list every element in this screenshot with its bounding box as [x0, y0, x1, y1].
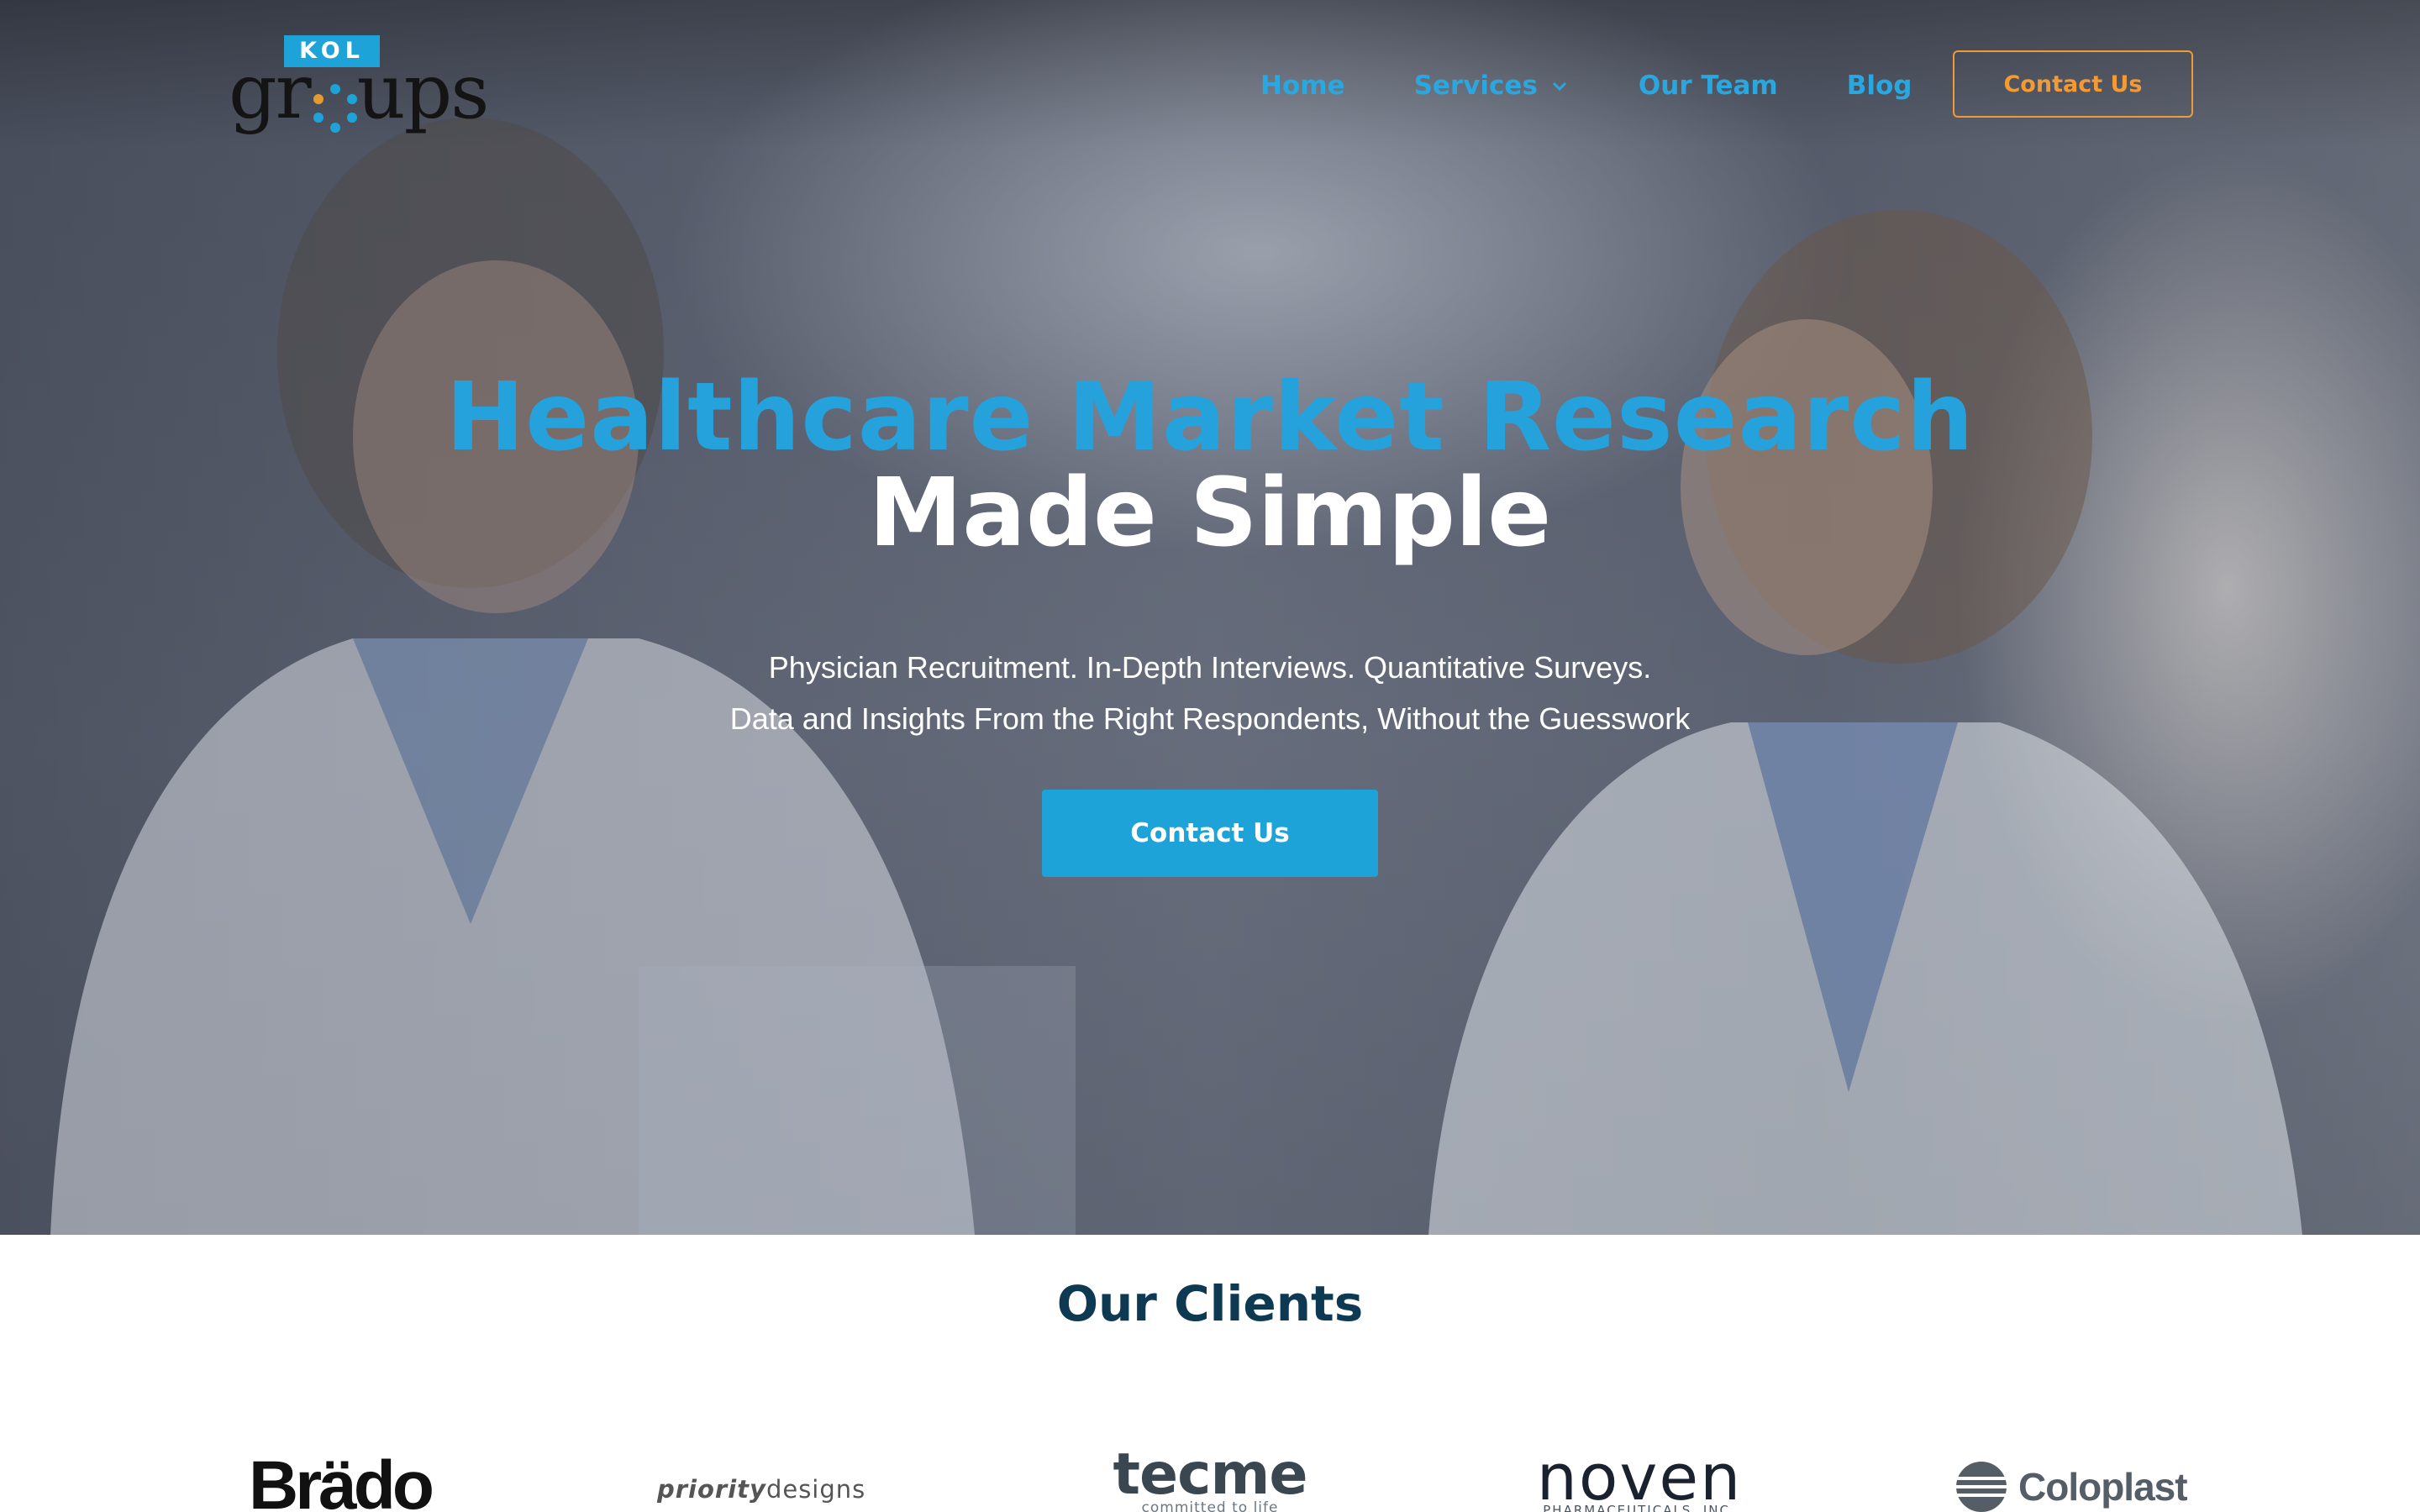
hero-subheading: Physician Recruitment. In-Depth Intervie…	[0, 642, 2420, 744]
main-navigation: Home Services Our Team Blog	[1260, 69, 1981, 102]
client-logo-text-a: priority	[657, 1475, 766, 1504]
hero-section: KOL gr ups Home Services Our Team Blog Co…	[0, 0, 2420, 1235]
nav-label: Our Team	[1638, 71, 1778, 101]
hero-subline-2: Data and Insights From the Right Respond…	[729, 701, 1691, 736]
kol-groups-logo[interactable]: KOL gr ups	[229, 35, 489, 138]
nav-item-blog[interactable]: Blog	[1847, 71, 1912, 101]
client-logo-priority-designs: prioritydesigns	[657, 1428, 892, 1512]
nav-label: Home	[1260, 71, 1345, 101]
nav-label: Services	[1413, 71, 1538, 101]
client-logo-noven: noven PHARMACEUTICALS, INC.	[1534, 1428, 1744, 1512]
headline-line-1: Healthcare Market Research	[445, 363, 1975, 472]
clients-section-title: Our Clients	[1056, 1275, 1364, 1332]
header-contact-us-button[interactable]: Contact Us	[1953, 50, 2193, 118]
hero-subline-1: Physician Recruitment. In-Depth Intervie…	[768, 650, 1652, 685]
client-logo-text: tecme	[1113, 1441, 1308, 1508]
client-logo-tecme: tecme committed to life	[1092, 1428, 1328, 1512]
client-logo-coloplast: Coloplast	[1954, 1428, 2198, 1512]
client-logo-text: Brädo	[249, 1447, 434, 1512]
molecule-dots-icon	[313, 84, 357, 133]
logo-word-start: gr	[229, 48, 312, 136]
client-logo-text-b: designs	[765, 1475, 866, 1504]
coloplast-mark-icon	[1956, 1462, 2007, 1512]
client-logo-text: noven	[1536, 1440, 1743, 1512]
chevron-down-icon	[1552, 81, 1566, 92]
client-logo-tagline: PHARMACEUTICALS, INC.	[1543, 1503, 1736, 1512]
client-logo-text: Coloplast	[2018, 1465, 2188, 1509]
nav-label: Blog	[1846, 71, 1912, 101]
nav-item-services[interactable]: Services	[1414, 71, 1570, 101]
hero-headline: Healthcare Market Research Made Simple	[0, 370, 2420, 561]
hero-background-photo	[50, 0, 2420, 1235]
logo-word-end: ups	[356, 48, 490, 136]
nav-item-home[interactable]: Home	[1260, 71, 1345, 101]
hero-contact-us-button[interactable]: Contact Us	[1042, 790, 1378, 877]
client-logo-brado: Brädo	[249, 1428, 442, 1512]
headline-line-2: Made Simple	[868, 459, 1552, 568]
nav-item-our-team[interactable]: Our Team	[1639, 71, 1778, 101]
